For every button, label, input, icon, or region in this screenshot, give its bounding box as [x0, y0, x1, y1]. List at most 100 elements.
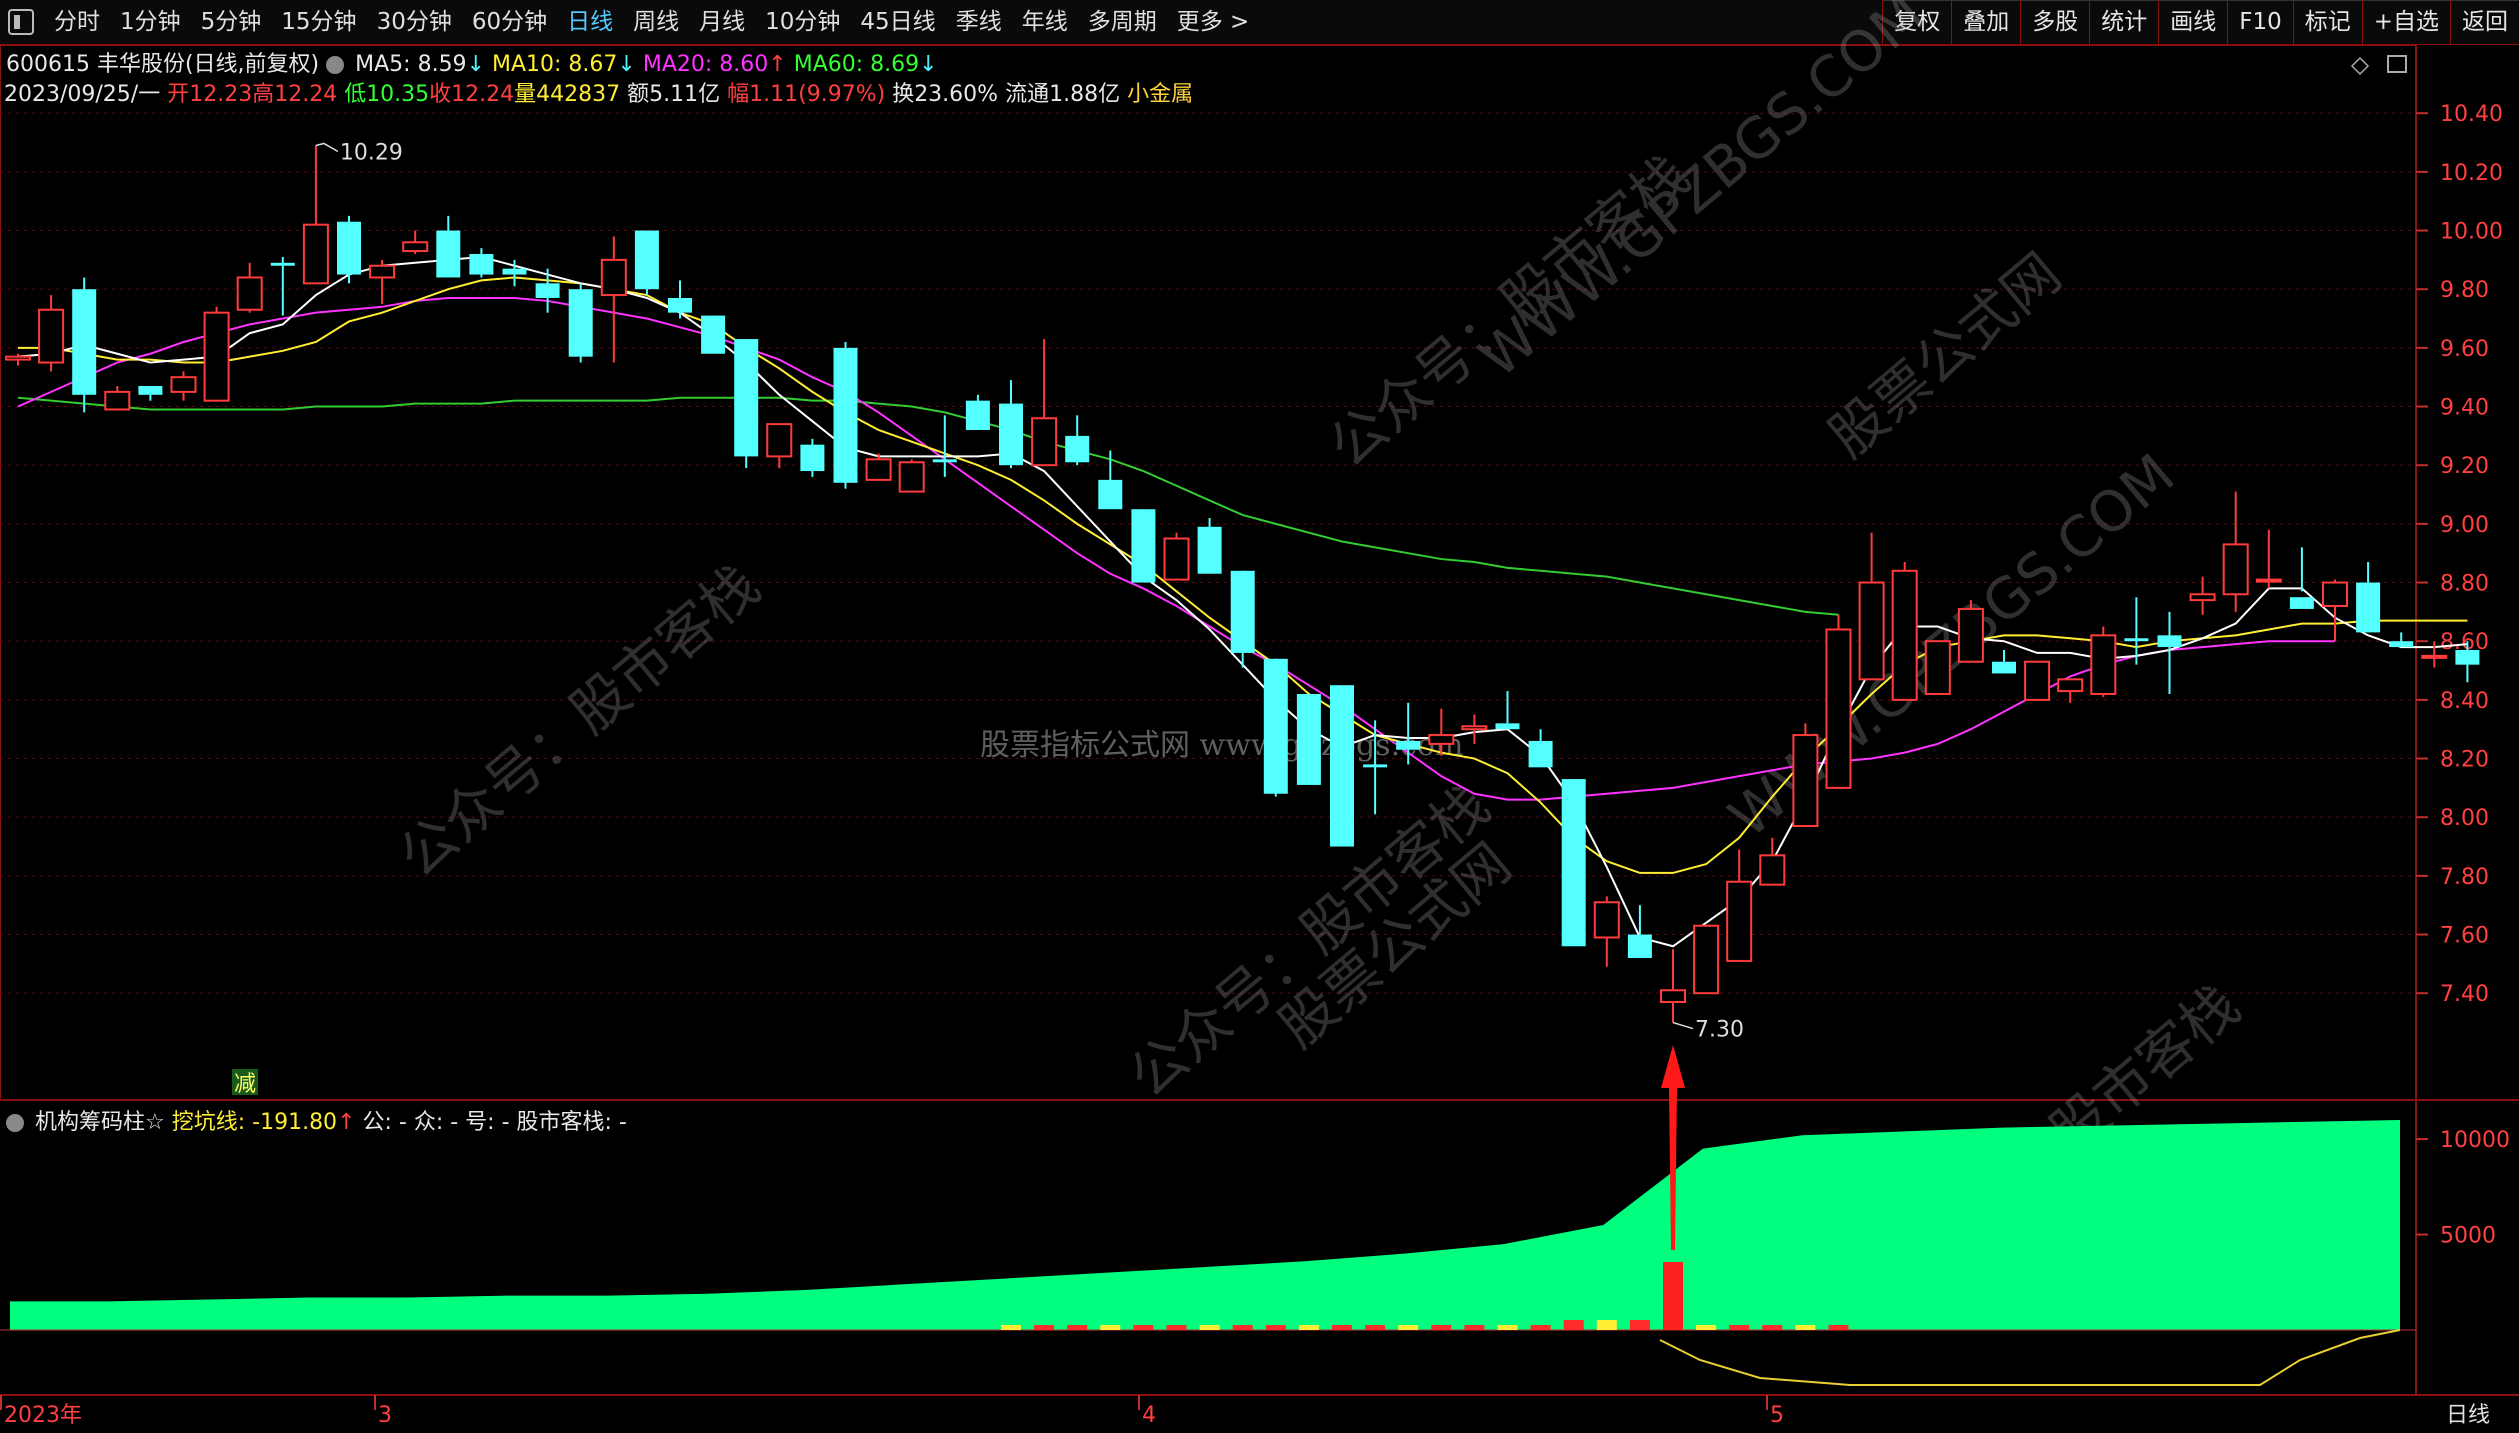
- candle-22: [734, 339, 759, 469]
- candle-47: [1561, 779, 1586, 947]
- candle-2: [72, 277, 97, 413]
- xtick-label-0: 2023年: [4, 1403, 82, 1428]
- chip-bar-44: [1464, 1325, 1485, 1330]
- candle-65: [2157, 611, 2182, 694]
- indicator-settings-icon[interactable]: [6, 1114, 24, 1132]
- ytick-label-5: 9.40: [2440, 396, 2489, 421]
- candle-40: [1330, 685, 1354, 847]
- candle-39: [1296, 694, 1321, 785]
- indicator-legend: 机构筹码柱☆ 挖坑线: -191.80↑ 公: - 众: - 号: - 股市客栈…: [6, 1104, 627, 1136]
- candle-7: [236, 262, 263, 313]
- candle-55: [1825, 614, 1852, 789]
- ytick-label-3: 9.80: [2440, 278, 2489, 303]
- ytick-label-8: 8.80: [2440, 572, 2489, 597]
- candle-25: [833, 342, 858, 489]
- bar-float: 流通1.88亿: [1005, 82, 1121, 107]
- candle-27: [898, 459, 925, 493]
- xtick-label-2: 4: [1142, 1403, 1156, 1428]
- candle-61: [2024, 660, 2051, 701]
- candle-32: [1065, 415, 1090, 466]
- candle-18: [600, 236, 627, 363]
- chip-bar-33: [1100, 1325, 1121, 1330]
- center-watermark: 股票指标公式网 www.gpzbgs.com: [980, 728, 1463, 763]
- xtick-label-3: 5: [1770, 1403, 1784, 1428]
- candle-21: [701, 315, 726, 354]
- ytick-label-13: 7.80: [2440, 865, 2489, 890]
- candle-20: [668, 280, 692, 319]
- bar-change: 幅1.11(9.97%): [727, 82, 886, 107]
- candle-3: [104, 386, 131, 411]
- high-label: 10.29: [340, 140, 403, 165]
- candle-49: [1627, 905, 1652, 958]
- chip-area: [10, 1120, 2400, 1330]
- candle-46: [1528, 729, 1553, 768]
- candle-37: [1230, 570, 1255, 668]
- ma60-value: MA60: 8.69: [793, 52, 920, 77]
- settings-icon[interactable]: [326, 56, 345, 74]
- candle-6: [203, 306, 230, 402]
- chip-bar-37: [1232, 1325, 1253, 1330]
- chip-bar-51: [1696, 1325, 1717, 1330]
- chip-bar-48: [1596, 1320, 1617, 1330]
- ytick-label-11: 8.20: [2440, 748, 2489, 773]
- candle-31: [1031, 339, 1058, 467]
- ytick-label-12: 8.00: [2440, 806, 2489, 831]
- candle-16: [535, 268, 560, 313]
- chip-bar-35: [1166, 1325, 1187, 1330]
- candle-23: [766, 423, 793, 469]
- bar-info: 2023/09/25/一 开12.23高12.24 低10.35收12.24量4…: [4, 76, 1193, 108]
- candle-8: [270, 256, 295, 316]
- candle-56: [1858, 532, 1885, 681]
- chip-bar-41: [1365, 1325, 1386, 1330]
- candle-12: [402, 230, 429, 254]
- bar-amount: 额5.11亿: [627, 82, 721, 107]
- period-indicator: 日线: [2446, 1403, 2490, 1428]
- candle-5: [170, 371, 197, 401]
- xtick-label-1: 3: [378, 1403, 392, 1428]
- chip-bar-38: [1265, 1325, 1286, 1330]
- bar-open: 开12.23: [167, 82, 253, 107]
- dig-line: [1659, 1329, 2401, 1386]
- indicator-name[interactable]: 机构筹码柱☆: [35, 1110, 165, 1135]
- candle-36: [1197, 518, 1222, 574]
- ytick-label-1: 10.20: [2440, 161, 2503, 186]
- candle-60: [1992, 650, 2016, 674]
- chip-bar-54: [1795, 1325, 1816, 1330]
- chip-bar-45: [1497, 1325, 1518, 1330]
- ytick-label-15: 7.40: [2440, 982, 2489, 1007]
- candle-45: [1495, 691, 1520, 730]
- candle-1: [38, 295, 65, 372]
- stock-title: 600615 丰华股份(日线,前复权): [6, 52, 320, 77]
- watermark-5: WWW.GPZBGS.COM: [1717, 442, 2187, 851]
- candle-71: [2356, 562, 2381, 633]
- candle-38: [1263, 658, 1288, 797]
- candle-48: [1593, 896, 1620, 967]
- chip-bar-42: [1398, 1325, 1419, 1330]
- chip-bar-53: [1762, 1325, 1783, 1330]
- ma5-value: MA5: 8.59: [355, 52, 467, 77]
- watermark-4: WWW.GPZBGS.COM: [1467, 0, 1937, 391]
- ytick-label-10: 8.40: [2440, 689, 2489, 714]
- ytick-label-2: 10.00: [2440, 220, 2503, 245]
- chip-bar-34: [1133, 1325, 1154, 1330]
- candle-28: [932, 415, 957, 477]
- candle-4: [138, 386, 163, 401]
- chip-bar-31: [1034, 1325, 1055, 1330]
- candle-63: [2090, 626, 2117, 697]
- bar-close: 收12.24: [429, 82, 515, 107]
- chip-bar-55: [1828, 1325, 1849, 1330]
- bar-date: 2023/09/25/一: [4, 82, 161, 107]
- candle-33: [1098, 450, 1123, 510]
- bar-high: 高12.24: [252, 82, 338, 107]
- chip-bar-39: [1298, 1325, 1319, 1330]
- candle-11: [369, 259, 396, 304]
- lower-ytick-label-0: 10000: [2440, 1128, 2510, 1153]
- kline-chart[interactable]: 10.40 10.20 10.00 9.80 9.60 9.40 9.20 9.00 8.80 8…: [0, 0, 2519, 1433]
- candle-57: [1891, 562, 1918, 701]
- chip-bar-49: [1629, 1320, 1650, 1330]
- candle-50: [1660, 949, 1686, 1023]
- chip-bar-32: [1067, 1325, 1088, 1330]
- ma-legend: 600615 丰华股份(日线,前复权) MA5: 8.59↓ MA10: 8.6…: [6, 52, 938, 77]
- candle-67: [2222, 491, 2249, 612]
- chip-bar-40: [1332, 1325, 1352, 1330]
